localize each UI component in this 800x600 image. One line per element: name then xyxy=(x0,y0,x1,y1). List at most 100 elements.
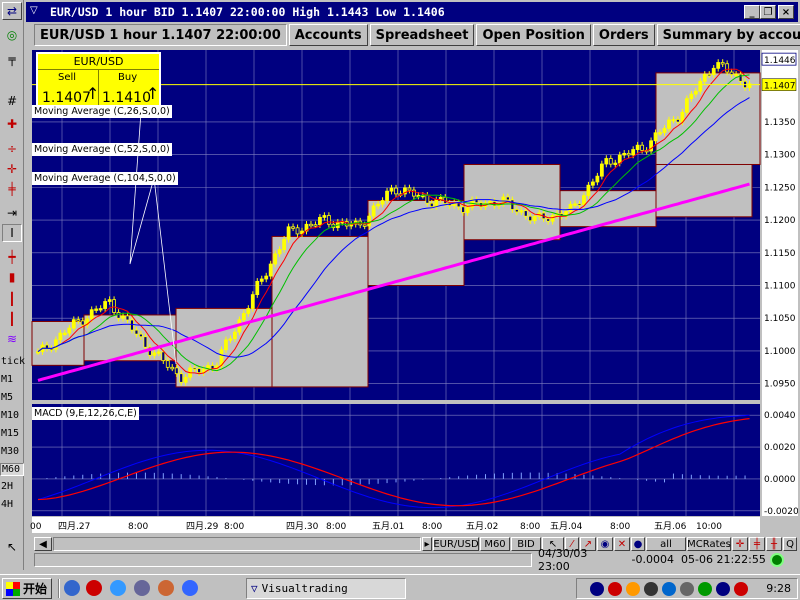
dot-icon[interactable]: ● xyxy=(631,537,645,551)
tray-icon-2[interactable] xyxy=(608,581,623,596)
swap-icon[interactable]: ⇄ xyxy=(2,2,22,20)
tf-tick[interactable]: tick xyxy=(0,356,25,367)
pointer-icon[interactable]: ↖ xyxy=(2,538,22,556)
bar2-icon[interactable]: ┃ xyxy=(2,290,22,308)
tf-m1[interactable]: M1 xyxy=(0,374,24,385)
tray-icon-5[interactable] xyxy=(662,581,677,596)
macd-tick-label: -0.0020 xyxy=(764,507,798,517)
plus-line-icon[interactable]: ✛ xyxy=(2,160,22,178)
status-bar: 04/30/03 23:00 -0.0004 05-06 21:22:55 xyxy=(34,547,798,573)
tf-m10[interactable]: M10 xyxy=(0,410,24,421)
candle-body xyxy=(318,216,322,226)
tab-summary[interactable]: Summary by accounts xyxy=(656,24,800,46)
bar3-icon[interactable]: ┃ xyxy=(2,310,22,328)
crosshair-icon[interactable]: ✚ xyxy=(2,115,22,133)
tf-m15[interactable]: M15 xyxy=(0,428,24,439)
tf-4h[interactable]: 4H xyxy=(0,499,24,510)
candle-body xyxy=(376,203,381,207)
buy-price[interactable]: 1.1410 xyxy=(102,90,151,106)
quote-panel: EUR/USD Sell Buy 1.1407 ↑ 1.1410 ↑ xyxy=(36,52,161,110)
tab-open-position[interactable]: Open Position xyxy=(476,24,591,46)
ma-104-label[interactable]: Moving Average (C,104,S,0,0) xyxy=(32,172,178,185)
hline-tool-icon[interactable]: ╪ xyxy=(749,537,765,551)
tray-icon-7[interactable] xyxy=(698,581,713,596)
tab-orders[interactable]: Orders xyxy=(592,24,655,46)
candle-body xyxy=(143,336,148,348)
candle-body xyxy=(631,149,636,156)
vline-tool-icon[interactable]: ╫ xyxy=(766,537,782,551)
desktop-icon[interactable] xyxy=(110,580,126,596)
candle-body xyxy=(161,351,166,362)
arrow-line-icon[interactable]: ⇥ xyxy=(2,204,22,222)
scroll-right-icon[interactable]: ▸ xyxy=(422,537,432,551)
bar-icon[interactable]: ┿ xyxy=(2,248,22,266)
candle-body xyxy=(599,163,604,177)
candle-body xyxy=(389,187,394,192)
ie-icon[interactable] xyxy=(182,580,198,596)
candle-body xyxy=(380,200,385,205)
start-button[interactable]: 开始 xyxy=(2,578,52,599)
line-tool-icon[interactable]: ✛ xyxy=(732,537,748,551)
scroll-left-icon[interactable]: ◀ xyxy=(34,537,52,551)
chart-area[interactable]: 1.1350 1.1300 1.1250 1.1200 1.1150 1.1100 1.10… xyxy=(26,48,798,535)
timeframe-button[interactable]: M60 xyxy=(480,537,510,551)
candle-body xyxy=(174,367,179,375)
price-tick-label: 1.1300 xyxy=(764,151,796,161)
tray-icon-8[interactable] xyxy=(716,581,731,596)
taskbar-app-button[interactable]: ▽ Visualtrading xyxy=(246,578,406,599)
macd-label[interactable]: MACD (9,E,12,26,C,E) xyxy=(32,407,139,420)
fib-icon[interactable]: ÷ xyxy=(2,140,22,158)
candle-body xyxy=(179,373,184,383)
browser-icon[interactable] xyxy=(86,580,102,596)
ma-52-label[interactable]: Moving Average (C,52,S,0,0) xyxy=(32,143,172,156)
target-icon[interactable]: ◎ xyxy=(2,26,22,44)
rates-button[interactable]: MCRates xyxy=(687,537,731,551)
price-chart[interactable]: 1.1350 1.1300 1.1250 1.1200 1.1150 1.1100 1.10… xyxy=(26,48,798,535)
candle-body xyxy=(322,215,327,218)
restore-button[interactable]: ❐ xyxy=(760,5,776,19)
all-button[interactable]: all xyxy=(646,537,686,551)
tray-icon-4[interactable] xyxy=(644,581,659,596)
buy-up-arrow-icon: ↑ xyxy=(146,84,160,103)
time-tick-label: 8:00 xyxy=(610,522,630,532)
close-button[interactable]: × xyxy=(778,5,794,19)
grid-icon[interactable]: ╤ xyxy=(2,50,22,68)
tray-icon-6[interactable] xyxy=(680,581,695,596)
time-tick-label: 四月.30 xyxy=(286,521,319,532)
time-tick-label: 8:00 xyxy=(422,522,442,532)
candle-body xyxy=(434,199,439,208)
sell-up-arrow-icon: ↑ xyxy=(86,84,100,103)
tf-m60[interactable]: M60 xyxy=(0,463,24,476)
tf-2h[interactable]: 2H xyxy=(0,481,24,492)
ma-26-label[interactable]: Moving Average (C,26,S,0,0) xyxy=(32,105,172,118)
tab-spreadsheet[interactable]: Spreadsheet xyxy=(369,24,475,46)
hash-icon[interactable]: # xyxy=(2,92,22,110)
minimize-button[interactable]: _ xyxy=(744,5,760,19)
ibeam-icon[interactable]: I xyxy=(2,224,22,242)
candle-body xyxy=(407,187,412,191)
pair-button[interactable]: EUR/USD xyxy=(433,537,479,551)
sell-price[interactable]: 1.1407 xyxy=(42,90,91,106)
tf-m30[interactable]: M30 xyxy=(0,446,24,457)
mail-icon[interactable] xyxy=(134,580,150,596)
tab-chart[interactable]: EUR/USD 1 hour 1.1407 22:00:00 xyxy=(34,24,287,46)
price-tick-label: 1.1350 xyxy=(764,118,796,128)
tf-m5[interactable]: M5 xyxy=(0,392,24,403)
candle-body xyxy=(429,202,434,208)
tray-icon-3[interactable] xyxy=(626,581,641,596)
tray-icon-1[interactable] xyxy=(590,581,605,596)
wave-icon[interactable]: ≋ xyxy=(2,330,22,348)
candle-body xyxy=(671,119,676,122)
time-tick-label: 五月.06 xyxy=(654,521,687,532)
candle-body xyxy=(653,132,658,142)
cursor-time: 04/30/03 23:00 xyxy=(538,546,588,573)
tray-icon-9[interactable] xyxy=(734,581,749,596)
tab-accounts[interactable]: Accounts xyxy=(288,24,368,46)
candle-body xyxy=(716,62,721,69)
media-icon[interactable] xyxy=(158,580,174,596)
hline-icon[interactable]: ╪ xyxy=(2,180,22,198)
explorer-icon[interactable] xyxy=(64,580,80,596)
candle-icon[interactable]: ▮ xyxy=(2,268,22,286)
quote-button[interactable]: Q xyxy=(783,537,797,551)
chart-scrollbar[interactable] xyxy=(53,537,421,551)
